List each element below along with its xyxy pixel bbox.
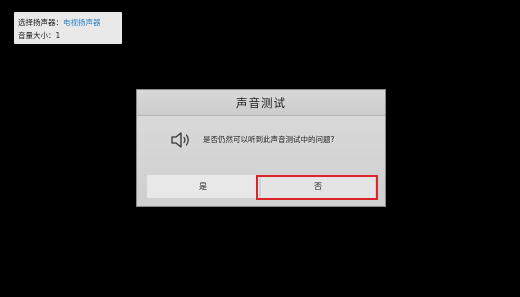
no-button[interactable]: 否 (261, 175, 375, 198)
speaker-selection-label: 选择扬声器： (18, 18, 63, 27)
sound-test-dialog: 声音测试 是否仍然可以听到此声音测试中的问题? 是 否 (137, 90, 385, 206)
speaker-icon (171, 132, 189, 148)
dialog-question: 是否仍然可以听到此声音测试中的问题? (203, 135, 335, 144)
yes-button[interactable]: 是 (147, 175, 259, 198)
dialog-header: 声音测试 (137, 90, 385, 116)
speaker-info-panel: 选择扬声器：电视扬声器 音量大小：1 (14, 12, 122, 44)
speaker-selection-value: 电视扬声器 (63, 18, 101, 27)
volume-level-label: 音量大小：1 (18, 31, 61, 40)
speaker-selection-line: 选择扬声器：电视扬声器 (18, 16, 118, 29)
dialog-title: 声音测试 (236, 96, 286, 110)
tv-screen: 选择扬声器：电视扬声器 音量大小：1 声音测试 是否仍然可以听到此声音测试中的问… (0, 0, 520, 297)
dialog-body: 是否仍然可以听到此声音测试中的问题? (137, 116, 385, 166)
